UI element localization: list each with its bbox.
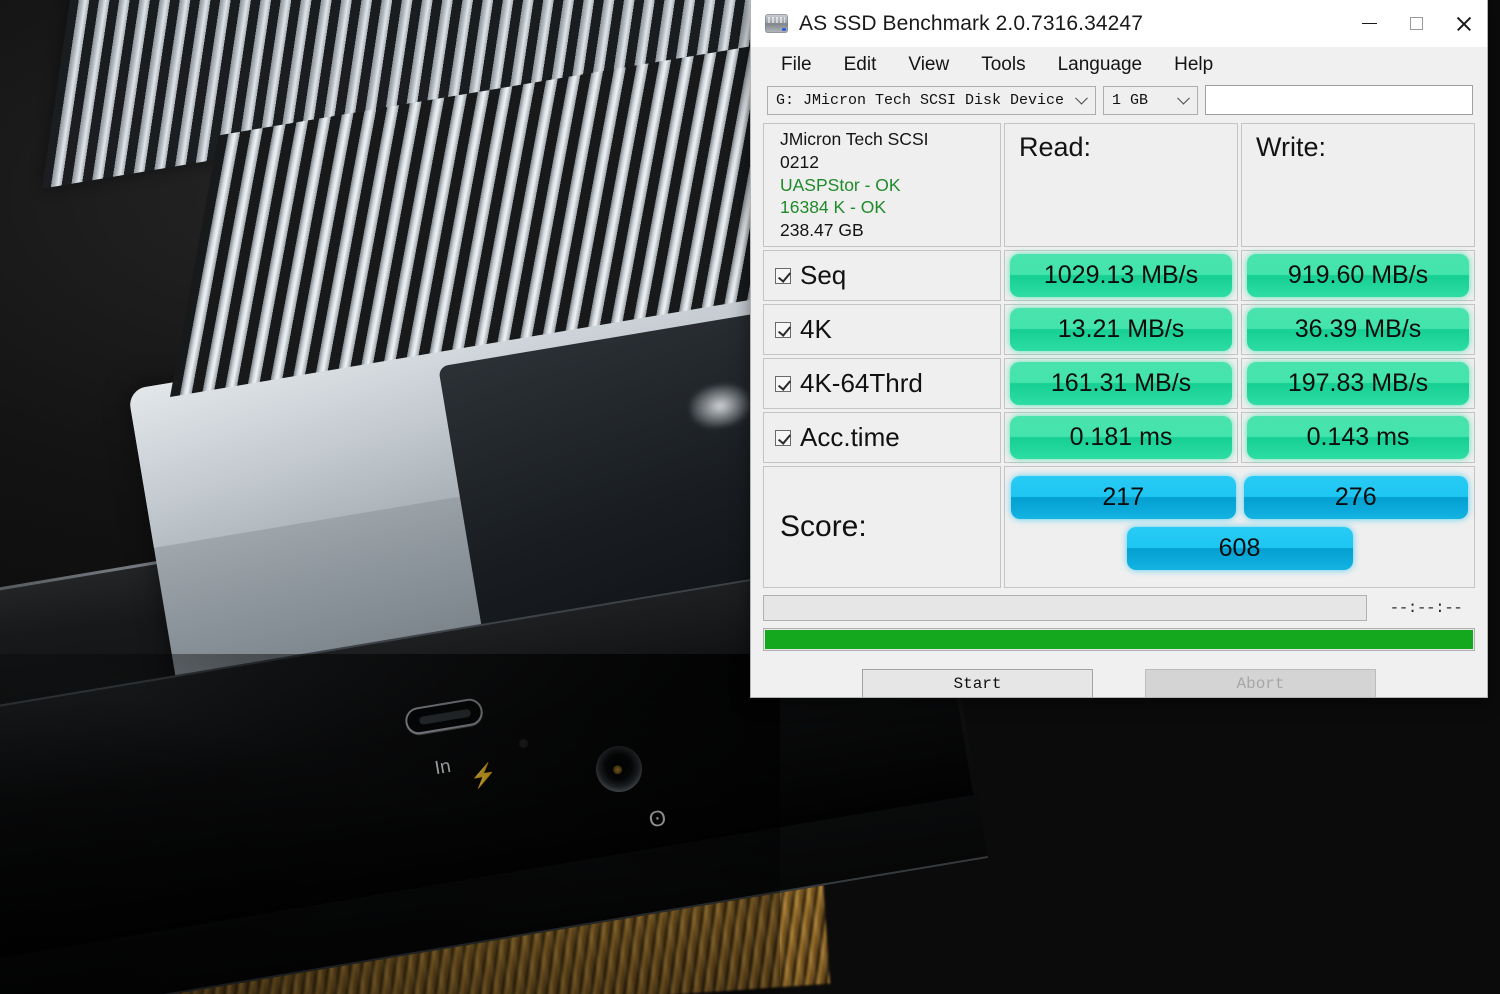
4k-64thrd-read-value: 161.31 MB/s bbox=[1010, 362, 1232, 405]
4k-64thrd-write-value: 197.83 MB/s bbox=[1247, 362, 1469, 405]
elapsed-time-label: --:--:-- bbox=[1389, 599, 1463, 617]
test-row-4k[interactable]: 4K bbox=[763, 304, 1001, 355]
chevron-down-icon bbox=[1177, 91, 1190, 105]
test-label-acc-time: Acc.time bbox=[800, 422, 900, 452]
status-message-box bbox=[763, 595, 1367, 621]
test-row-seq[interactable]: Seq bbox=[763, 250, 1001, 301]
window-title: AS SSD Benchmark 2.0.7316.34247 bbox=[799, 11, 1143, 35]
seq-read-value: 1029.13 MB/s bbox=[1010, 254, 1232, 297]
menu-item-tools[interactable]: Tools bbox=[965, 51, 1041, 79]
alignment-status: 16384 K - OK bbox=[780, 197, 887, 218]
4k-read-value: 13.21 MB/s bbox=[1010, 308, 1232, 351]
acc-time-write-cell: 0.143 ms bbox=[1241, 412, 1475, 463]
score-row: Score: 217 276 608 bbox=[763, 466, 1475, 588]
score-label-cell: Score: bbox=[763, 466, 1001, 588]
title-bar-left: AS SSD Benchmark 2.0.7316.34247 bbox=[751, 12, 1346, 36]
close-icon bbox=[1455, 15, 1473, 33]
seq-read-cell: 1029.13 MB/s bbox=[1004, 250, 1238, 301]
checkbox-4k[interactable] bbox=[775, 321, 791, 338]
score-total-value: 608 bbox=[1126, 527, 1353, 570]
4k-read-cell: 13.21 MB/s bbox=[1004, 304, 1238, 355]
score-write-value: 276 bbox=[1243, 476, 1468, 519]
score-top-row: 217 276 bbox=[1005, 476, 1474, 519]
test-label-seq: Seq bbox=[800, 260, 847, 290]
window-controls bbox=[1346, 0, 1487, 47]
drive-info-panel: JMicron Tech SCSI 0212 UASPStor - OK 163… bbox=[763, 123, 1001, 247]
drive-model: JMicron Tech SCSI bbox=[780, 128, 929, 149]
menu-item-edit[interactable]: Edit bbox=[828, 51, 893, 79]
results-grid: JMicron Tech SCSI 0212 UASPStor - OK 163… bbox=[763, 123, 1475, 588]
checkbox-acc-time[interactable] bbox=[775, 429, 791, 446]
checkbox-seq[interactable] bbox=[775, 267, 791, 284]
toolbar: G: JMicron Tech SCSI Disk Device 1 GB bbox=[751, 83, 1487, 123]
menu-bar: File Edit View Tools Language Help bbox=[751, 47, 1487, 83]
drive-capacity: 238.47 GB bbox=[780, 220, 864, 241]
read-column-header: Read: bbox=[1004, 123, 1238, 247]
bottom-panel: --:--:-- Start Abort bbox=[751, 588, 1487, 697]
test-size-select[interactable]: 1 GB bbox=[1103, 85, 1198, 115]
menu-item-help[interactable]: Help bbox=[1158, 51, 1229, 79]
seq-write-cell: 919.60 MB/s bbox=[1241, 250, 1475, 301]
progress-bar-fill bbox=[765, 630, 1473, 649]
minimize-icon bbox=[1362, 22, 1377, 25]
action-buttons: Start Abort bbox=[763, 669, 1475, 697]
write-column-header: Write: bbox=[1241, 123, 1475, 247]
score-label: Score: bbox=[780, 510, 867, 543]
driver-status: UASPStor - OK bbox=[780, 174, 901, 195]
score-read-value: 217 bbox=[1011, 476, 1236, 519]
as-ssd-benchmark-window: AS SSD Benchmark 2.0.7316.34247 File Edi… bbox=[750, 0, 1488, 698]
menu-item-language[interactable]: Language bbox=[1042, 51, 1159, 79]
test-label-4k: 4K bbox=[800, 314, 832, 344]
start-button[interactable]: Start bbox=[862, 669, 1093, 697]
test-label-4k-64thrd: 4K-64Thrd bbox=[800, 368, 923, 398]
4k-64thrd-read-cell: 161.31 MB/s bbox=[1004, 358, 1238, 409]
abort-button: Abort bbox=[1145, 669, 1376, 697]
usb-c-port-label: In bbox=[433, 755, 453, 780]
menu-item-file[interactable]: File bbox=[765, 51, 828, 79]
4k-write-value: 36.39 MB/s bbox=[1247, 308, 1469, 351]
acc-time-read-value: 0.181 ms bbox=[1010, 416, 1232, 459]
name-input[interactable] bbox=[1205, 85, 1473, 115]
drive-select-value: G: JMicron Tech SCSI Disk Device bbox=[776, 91, 1065, 109]
table-row: 4K-64Thrd 161.31 MB/s 197.83 MB/s bbox=[763, 358, 1475, 409]
ssd-drive-icon bbox=[765, 14, 788, 33]
test-size-select-value: 1 GB bbox=[1112, 91, 1149, 109]
title-bar: AS SSD Benchmark 2.0.7316.34247 bbox=[751, 0, 1487, 47]
table-row: 4K 13.21 MB/s 36.39 MB/s bbox=[763, 304, 1475, 355]
maximize-button[interactable] bbox=[1393, 0, 1440, 47]
progress-bar bbox=[763, 628, 1475, 651]
table-row: Acc.time 0.181 ms 0.143 ms bbox=[763, 412, 1475, 463]
close-button[interactable] bbox=[1440, 0, 1487, 47]
test-row-acc-time[interactable]: Acc.time bbox=[763, 412, 1001, 463]
test-row-4k-64thrd[interactable]: 4K-64Thrd bbox=[763, 358, 1001, 409]
acc-time-write-value: 0.143 ms bbox=[1247, 416, 1469, 459]
screen: In ⚡ ʘ AS SSD Benchmark 2.0.7316.34247 F… bbox=[0, 0, 1500, 994]
read-header-label: Read: bbox=[1019, 132, 1092, 162]
table-row: Seq 1029.13 MB/s 919.60 MB/s bbox=[763, 250, 1475, 301]
4k-write-cell: 36.39 MB/s bbox=[1241, 304, 1475, 355]
drive-firmware: 0212 bbox=[780, 151, 819, 172]
checkbox-4k-64thrd[interactable] bbox=[775, 375, 791, 392]
seq-write-value: 919.60 MB/s bbox=[1247, 254, 1469, 297]
4k-64thrd-write-cell: 197.83 MB/s bbox=[1241, 358, 1475, 409]
score-values-area: 217 276 608 bbox=[1004, 466, 1475, 588]
minimize-button[interactable] bbox=[1346, 0, 1393, 47]
power-port-icon: ⚡ bbox=[468, 760, 500, 791]
menu-item-view[interactable]: View bbox=[892, 51, 965, 79]
info-row: JMicron Tech SCSI 0212 UASPStor - OK 163… bbox=[763, 123, 1475, 247]
status-row: --:--:-- bbox=[763, 595, 1475, 621]
chevron-down-icon bbox=[1075, 91, 1088, 105]
drive-select[interactable]: G: JMicron Tech SCSI Disk Device bbox=[767, 85, 1096, 115]
maximize-icon bbox=[1410, 17, 1423, 30]
acc-time-read-cell: 0.181 ms bbox=[1004, 412, 1238, 463]
write-header-label: Write: bbox=[1256, 132, 1327, 162]
